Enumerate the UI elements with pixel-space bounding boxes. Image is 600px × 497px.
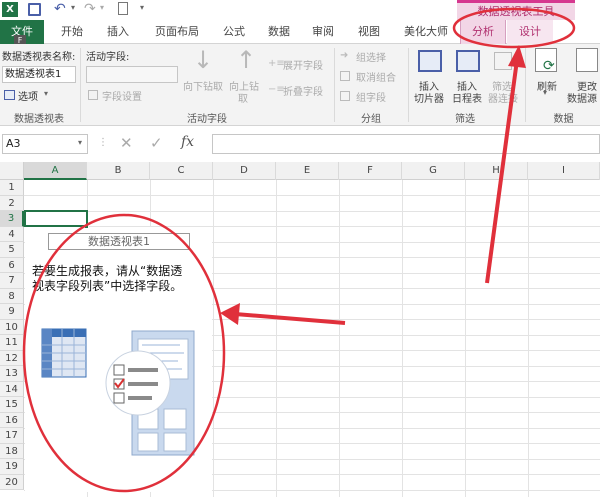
annotation-ellipse-tabs	[452, 7, 576, 49]
annotation-layer	[22, 7, 576, 493]
annotation-arrow-up-head	[508, 45, 526, 68]
annotation-arrow-up	[485, 59, 519, 284]
annotation-arrow-left	[234, 312, 346, 325]
annotation-ellipse-pivot	[22, 213, 226, 493]
annotation-arrow-left-head	[220, 303, 240, 325]
